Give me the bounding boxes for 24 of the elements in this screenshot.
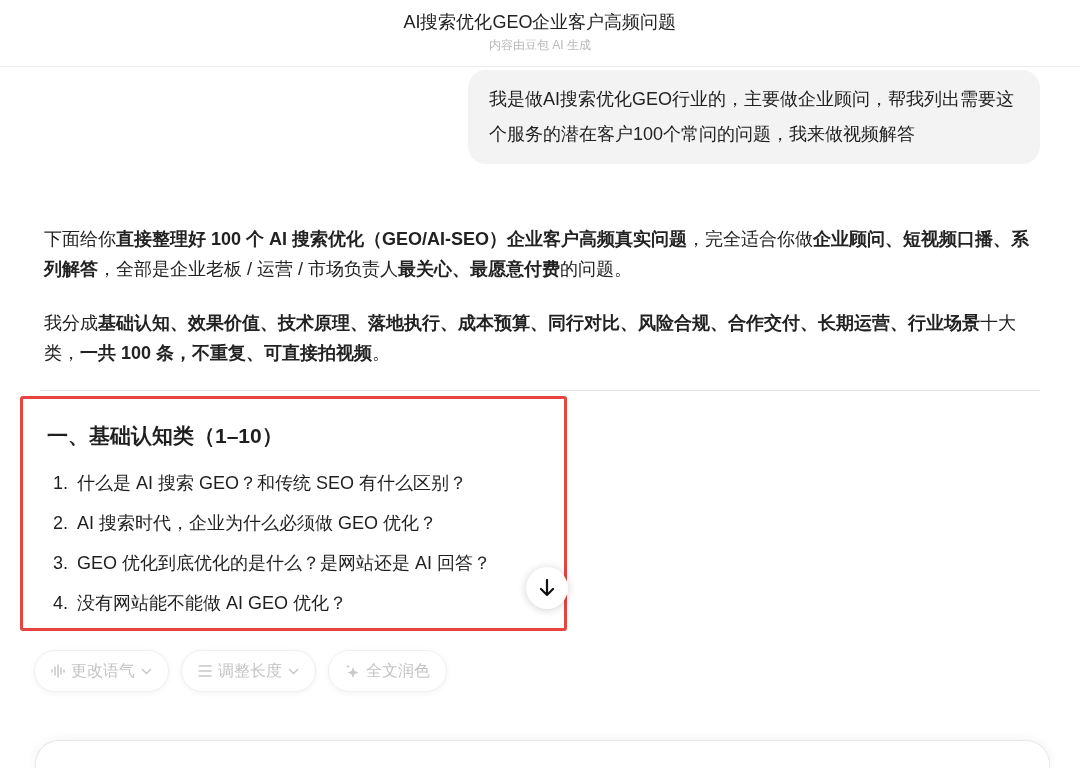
arrow-down-icon [539,579,555,597]
waveform-icon [51,664,65,678]
chevron-down-icon [288,667,299,675]
answer-paragraph: 我分成基础认知、效果价值、技术原理、落地执行、成本预算、同行对比、风险合规、合作交付、长期运营、行业场景十大类，一共 100 条，不重复、可直接拍视频。 [44,312,1017,365]
lines-icon [198,665,212,677]
answer-paragraph: 下面给你直接整理好 100 个 AI 搜索优化（GEO/AI-SEO）企业客户高频真实问题，完全适合你做企业顾问、短视频口播、系列解答，全部是企业老板 / 运营 / 市场负责人最关心、最愿意付费的问题。 [44,228,1031,281]
list-item-text: 没有网站能不能做 AI GEO 优化？ [77,592,348,615]
section-heading: 一、基础认知类（1–10） [47,423,284,449]
toolbar-chip-button[interactable]: 全文润色 [328,650,447,692]
list-item-text: AI 搜索时代，企业为什么必须做 GEO 优化？ [77,512,438,535]
list-number: 3. [53,552,69,575]
list-item-text: 什么是 AI 搜索 GEO？和传统 SEO 有什么区别？ [77,472,468,495]
list-number: 1. [53,472,69,495]
scroll-down-button[interactable] [526,567,568,609]
toolbar-chip-button[interactable]: 调整长度 [181,650,316,692]
list-item-text: GEO 优化到底优化的是什么？是网站还是 AI 回答？ [77,552,492,575]
list-number: 4. [53,592,69,615]
sparkle-icon [345,663,360,679]
page-subtitle: 内容由豆包 AI 生成 [489,37,591,54]
toolbar-chip-button[interactable]: 更改语气 [34,650,169,692]
list-number: 2. [53,512,69,535]
chevron-down-icon [141,667,152,675]
user-message-bubble: 我是做AI搜索优化GEO行业的，主要做企业顾问，帮我列出需要这个服务的潜在客户100个常问的问题，我来做视频解答 [468,70,1040,164]
page-title: AI搜索优化GEO企业客户高频问题 [403,11,677,34]
